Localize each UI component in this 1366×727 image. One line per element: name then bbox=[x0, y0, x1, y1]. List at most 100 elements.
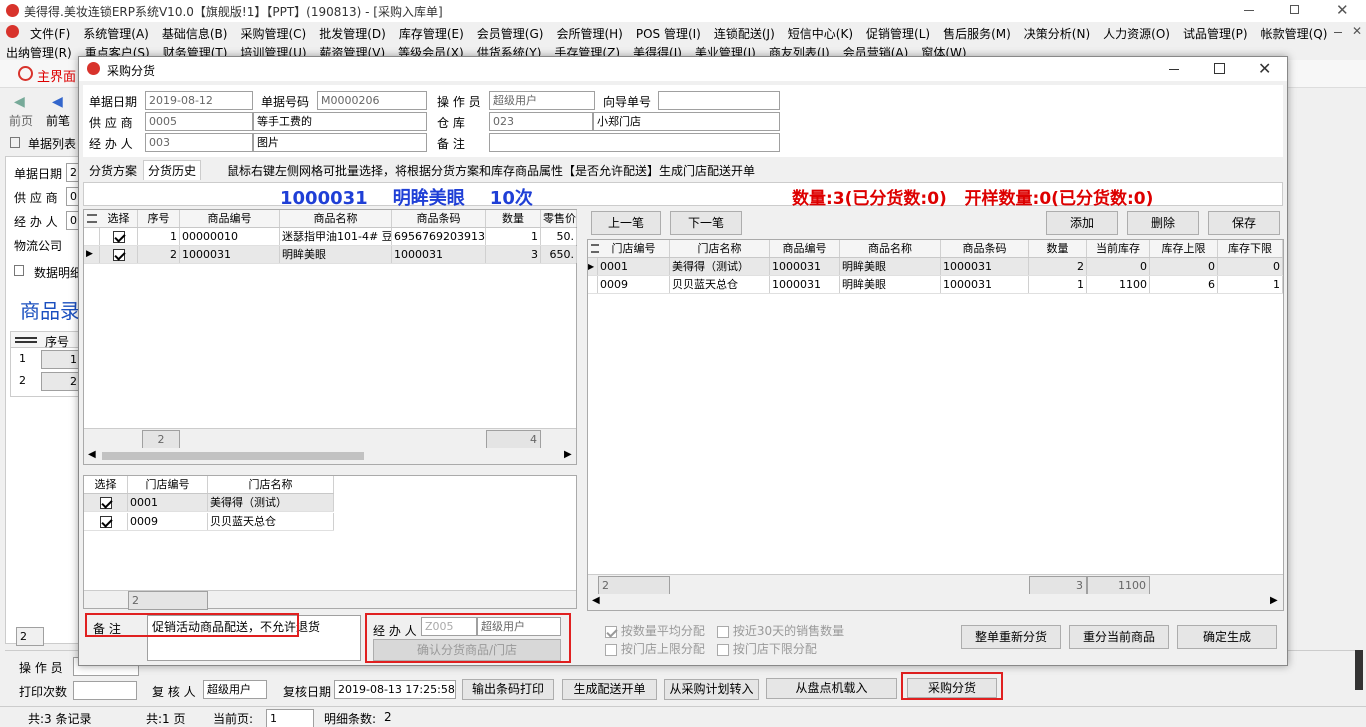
col-name[interactable]: 商品名称 bbox=[280, 210, 392, 227]
col-price[interactable]: 零售价 bbox=[541, 210, 577, 227]
store-row[interactable]: 0001 美得得（测试） bbox=[84, 494, 334, 512]
tab-plan[interactable]: 分货方案 bbox=[87, 162, 139, 179]
handler-code-field[interactable]: 003 bbox=[145, 133, 253, 152]
menu-item[interactable]: 批发管理(D) bbox=[319, 27, 386, 41]
menu-item[interactable]: 基础信息(B) bbox=[162, 27, 228, 41]
guide-field[interactable] bbox=[658, 91, 780, 110]
row-checkbox[interactable] bbox=[112, 231, 125, 243]
menu-item[interactable]: 决策分析(N) bbox=[1024, 27, 1090, 41]
dist-col-store-name[interactable]: 门店名称 bbox=[670, 240, 770, 257]
menu-item[interactable]: 短信中心(K) bbox=[788, 27, 853, 41]
dist-qty[interactable]: 2 bbox=[1029, 258, 1087, 275]
opt-avg-checkbox[interactable] bbox=[605, 625, 617, 638]
dist-col-lower[interactable]: 库存下限 bbox=[1218, 240, 1283, 257]
dist-scroll-right-icon[interactable]: ▶ bbox=[1270, 595, 1278, 606]
dist-qty[interactable]: 1 bbox=[1029, 276, 1087, 293]
dist-col-code[interactable]: 商品编号 bbox=[770, 240, 840, 257]
row-checkbox[interactable] bbox=[112, 249, 125, 261]
footer-print-field[interactable] bbox=[73, 681, 137, 700]
dialog-minimize-icon[interactable] bbox=[1169, 69, 1179, 70]
menu-item[interactable]: 售后服务(M) bbox=[943, 27, 1011, 41]
opt-upper-checkbox[interactable] bbox=[605, 643, 617, 656]
scroll-thumb[interactable] bbox=[102, 452, 364, 460]
current-page-input[interactable]: 1 bbox=[266, 709, 314, 727]
opt-lower-checkbox[interactable] bbox=[717, 643, 729, 656]
store-row[interactable]: 0009 贝贝蓝天总仓 bbox=[84, 513, 334, 531]
menu-item[interactable]: 试品管理(P) bbox=[1183, 27, 1248, 41]
restore-icon[interactable] bbox=[1290, 5, 1299, 14]
opt-upper[interactable]: 按门店上限分配 bbox=[605, 640, 705, 657]
col-qty[interactable]: 数量 bbox=[486, 210, 541, 227]
redo-all-button[interactable]: 整单重新分货 bbox=[961, 625, 1061, 649]
store-col-select[interactable]: 选择 bbox=[84, 476, 128, 493]
dist-scroll-left-icon[interactable]: ◀ bbox=[592, 595, 600, 606]
no-field[interactable]: M0000206 bbox=[317, 91, 427, 110]
prev-record-button[interactable]: 上一笔 bbox=[591, 211, 661, 235]
barcode-print-button[interactable]: 输出条码打印 bbox=[462, 679, 554, 700]
h-scrollbar[interactable]: ◀ ▶ bbox=[84, 448, 576, 464]
menu-item[interactable]: 系统管理(A) bbox=[83, 27, 149, 41]
bg-row-val[interactable]: 2 bbox=[41, 372, 81, 391]
minimize-icon[interactable] bbox=[1244, 10, 1254, 11]
bg-row-val[interactable]: 1 bbox=[41, 350, 81, 369]
menu-item[interactable]: 会员管理(G) bbox=[477, 27, 544, 41]
menu-item[interactable]: 采购管理(C) bbox=[240, 27, 306, 41]
dist-col-stock[interactable]: 当前库存 bbox=[1087, 240, 1150, 257]
confirm-generate-button[interactable]: 确定生成 bbox=[1177, 625, 1277, 649]
home-tab[interactable]: 主界面 bbox=[37, 66, 76, 85]
grid-options-icon[interactable] bbox=[87, 214, 97, 223]
from-plan-button[interactable]: 从采购计划转入 bbox=[664, 679, 759, 700]
menu-item[interactable]: POS 管理(I) bbox=[636, 27, 701, 41]
dist-col-qty[interactable]: 数量 bbox=[1029, 240, 1087, 257]
menu-item[interactable]: 连锁配送(J) bbox=[714, 27, 775, 41]
col-code[interactable]: 商品编号 bbox=[180, 210, 280, 227]
table-row[interactable]: 1 00000010 迷瑟指甲油101-4# 豆 6956769203913 1… bbox=[84, 228, 577, 246]
dist-col-upper[interactable]: 库存上限 bbox=[1150, 240, 1218, 257]
menu-item[interactable]: 会所管理(H) bbox=[556, 27, 622, 41]
next-record-button[interactable]: 下一笔 bbox=[670, 211, 742, 235]
date-field[interactable]: 2019-08-12 bbox=[145, 91, 253, 110]
nav-prev-label[interactable]: 前页 bbox=[9, 112, 33, 129]
dialog-maximize-icon[interactable] bbox=[1214, 63, 1225, 74]
op-field[interactable]: 超级用户 bbox=[489, 91, 595, 110]
handler-name-field[interactable]: 图片 bbox=[253, 133, 427, 152]
dist-col-store[interactable]: 门店编号 bbox=[598, 240, 670, 257]
warehouse-code-field[interactable]: 023 bbox=[489, 112, 593, 131]
menu-item[interactable]: 库存管理(E) bbox=[399, 27, 464, 41]
opt-30days-checkbox[interactable] bbox=[717, 625, 729, 638]
nav-prev2-label[interactable]: 前笔 bbox=[46, 112, 70, 129]
menu-item[interactable]: 文件(F) bbox=[30, 27, 70, 41]
dialog-close-icon[interactable]: ✕ bbox=[1258, 59, 1271, 78]
menu-item[interactable]: 帐款管理(Q) bbox=[1261, 27, 1328, 41]
menu2-item[interactable]: 出纳管理(R) bbox=[6, 46, 72, 60]
opt-lower[interactable]: 按门店下限分配 bbox=[717, 640, 817, 657]
close-icon[interactable]: ✕ bbox=[1336, 1, 1349, 19]
col-select[interactable]: 选择 bbox=[100, 210, 138, 227]
scroll-left-icon[interactable]: ◀ bbox=[88, 449, 96, 460]
gen-delivery-button[interactable]: 生成配送开单 bbox=[562, 679, 657, 700]
scroll-right-icon[interactable]: ▶ bbox=[564, 449, 572, 460]
opt-avg[interactable]: 按数量平均分配 bbox=[605, 622, 705, 639]
mdi-close-icon[interactable]: ✕ bbox=[1352, 24, 1362, 38]
supplier-name-field[interactable]: 等手工费的 bbox=[253, 112, 427, 131]
store-col-name[interactable]: 门店名称 bbox=[208, 476, 334, 493]
col-barcode[interactable]: 商品条码 bbox=[392, 210, 486, 227]
remark-field[interactable] bbox=[489, 133, 780, 152]
store-checkbox[interactable] bbox=[99, 497, 112, 509]
dist-col-name[interactable]: 商品名称 bbox=[840, 240, 941, 257]
prev-icon[interactable]: ◀ bbox=[52, 94, 63, 110]
tab-history[interactable]: 分货历史 bbox=[143, 160, 202, 180]
dist-row[interactable]: 0009 贝贝蓝天总仓 1000031 明眸美眼 1000031 1 1100 … bbox=[588, 276, 1283, 294]
store-checkbox[interactable] bbox=[99, 516, 112, 528]
window-v-scrollbar[interactable] bbox=[1355, 650, 1363, 690]
menu-item[interactable]: 促销管理(L) bbox=[866, 27, 930, 41]
table-row[interactable]: ▶ 2 1000031 明眸美眼 1000031 3 650. bbox=[84, 246, 577, 264]
footer-review-date-field[interactable]: 2019-08-13 17:25:58 bbox=[334, 680, 456, 699]
list-tab[interactable]: 单据列表 bbox=[10, 134, 80, 152]
opt-30days[interactable]: 按近30天的销售数量 bbox=[717, 622, 844, 639]
grid-menu-icon[interactable] bbox=[15, 337, 37, 343]
dist-h-scrollbar[interactable]: ◀ ▶ bbox=[588, 594, 1283, 610]
delete-button[interactable]: 删除 bbox=[1127, 211, 1199, 235]
save-button[interactable]: 保存 bbox=[1208, 211, 1280, 235]
add-button[interactable]: 添加 bbox=[1046, 211, 1118, 235]
